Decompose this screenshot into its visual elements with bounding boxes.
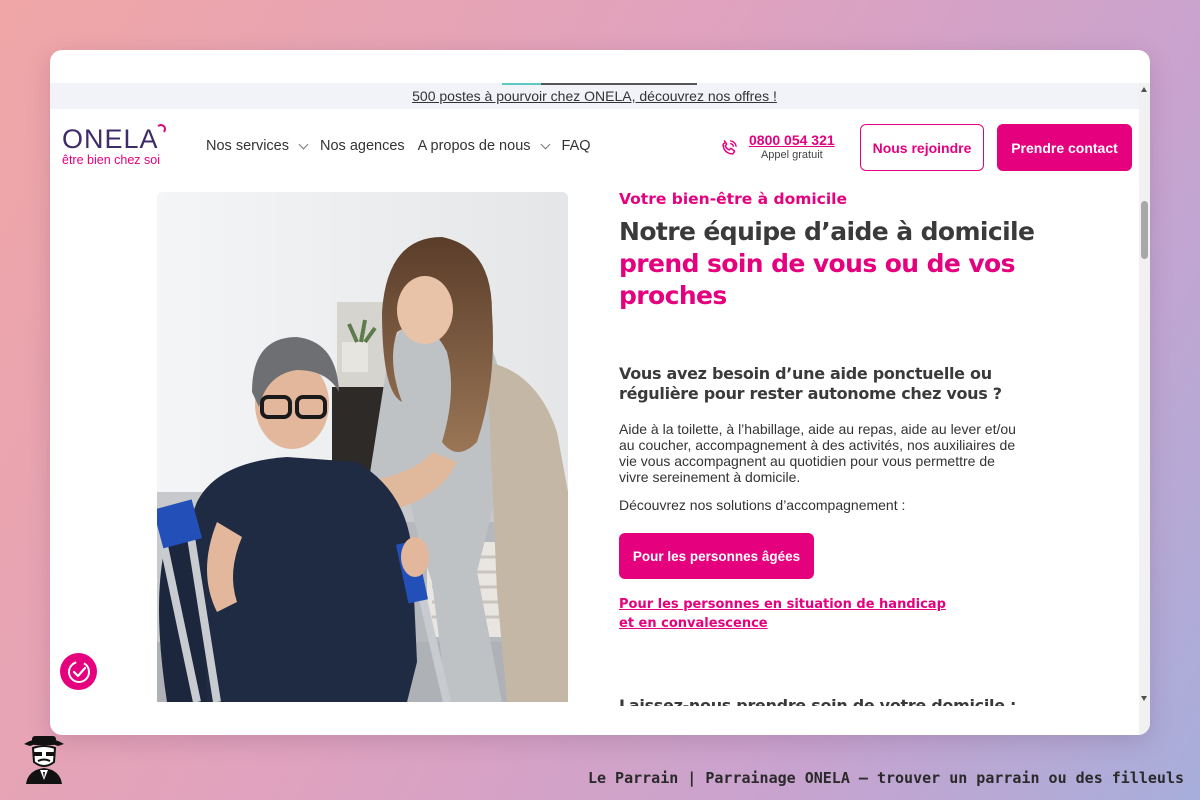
- handicap-link[interactable]: Pour les personnes en situation de handi…: [619, 595, 959, 633]
- join-button[interactable]: Nous rejoindre: [860, 124, 984, 171]
- site-header: ONELA être bien chez soi Nos services No…: [50, 110, 1139, 186]
- nav-item-faq[interactable]: FAQ: [562, 138, 591, 154]
- seniors-button[interactable]: Pour les personnes âgées: [619, 533, 814, 579]
- solutions-intro: Découvrez nos solutions d’accompagnement…: [619, 497, 906, 513]
- phone-note: Appel gratuit: [760, 149, 823, 161]
- phone-contact[interactable]: 0800 054 321 Appel gratuit: [719, 132, 835, 161]
- hero-content: Votre bien-être à domicile Notre équipe …: [619, 190, 1039, 633]
- caregiver-photo-illustration: [157, 192, 568, 702]
- scroll-down-arrow-icon[interactable]: [1141, 696, 1147, 701]
- next-section-heading-text: Laissez-nous prendre soin de votre domic…: [619, 696, 1017, 706]
- main-nav: Nos services Nos agences A propos de nou…: [206, 138, 604, 154]
- nav-item-label: Nos agences: [320, 138, 405, 154]
- scroll-thumb[interactable]: [1141, 201, 1148, 259]
- announcement-progress: [502, 83, 697, 85]
- logo-wordmark: ONELA: [62, 124, 159, 154]
- announcement-bar: 500 postes à pourvoir chez ONELA, découv…: [50, 83, 1139, 109]
- logo-arc-icon: [156, 124, 166, 134]
- hero-headline: Notre équipe d’aide à domicile prend soi…: [619, 216, 1039, 312]
- onela-logo[interactable]: ONELA être bien chez soi: [62, 124, 166, 167]
- contact-button[interactable]: Prendre contact: [997, 124, 1132, 171]
- page-scrollbar[interactable]: [1139, 83, 1150, 735]
- mafia-boss-icon: [24, 736, 64, 784]
- phone-number[interactable]: 0800 054 321: [749, 132, 835, 148]
- announcement-progress-fill: [502, 83, 541, 85]
- scroll-up-arrow-icon[interactable]: [1141, 87, 1147, 92]
- headline-pink-part: prend soin de vous ou de vos proches: [619, 249, 1016, 310]
- hero-eyebrow: Votre bien-être à domicile: [619, 190, 848, 208]
- nav-item-a-propos[interactable]: A propos de nous: [417, 138, 550, 154]
- announcement-link[interactable]: 500 postes à pourvoir chez ONELA, découv…: [412, 88, 777, 104]
- hero-question: Vous avez besoin d’une aide ponctuelle o…: [619, 364, 1002, 403]
- nav-item-label: A propos de nous: [417, 138, 531, 154]
- nav-item-label: Nos services: [206, 138, 289, 154]
- nav-item-label: FAQ: [561, 138, 591, 154]
- chevron-down-icon: [540, 139, 550, 149]
- logo-tagline: être bien chez soi: [62, 153, 160, 167]
- badge-check-icon: [67, 660, 90, 683]
- headline-dark-part: Notre équipe d’aide à domicile: [619, 217, 1035, 246]
- hero-body: Aide à la toilette, à l’habillage, aide …: [619, 421, 1016, 485]
- nav-item-services[interactable]: Nos services: [206, 138, 309, 154]
- phone-icon: [722, 140, 737, 155]
- page-caption: Le Parrain | Parrainage ONELA — trouver …: [587, 769, 1184, 787]
- browser-window: 500 postes à pourvoir chez ONELA, découv…: [50, 50, 1150, 735]
- next-section-heading: Laissez-nous prendre soin de votre domic…: [619, 694, 1039, 706]
- chevron-down-icon: [298, 139, 309, 149]
- accessibility-widget-button[interactable]: [60, 653, 97, 690]
- nav-item-agences[interactable]: Nos agences: [320, 138, 405, 154]
- hero-photo: [157, 192, 568, 702]
